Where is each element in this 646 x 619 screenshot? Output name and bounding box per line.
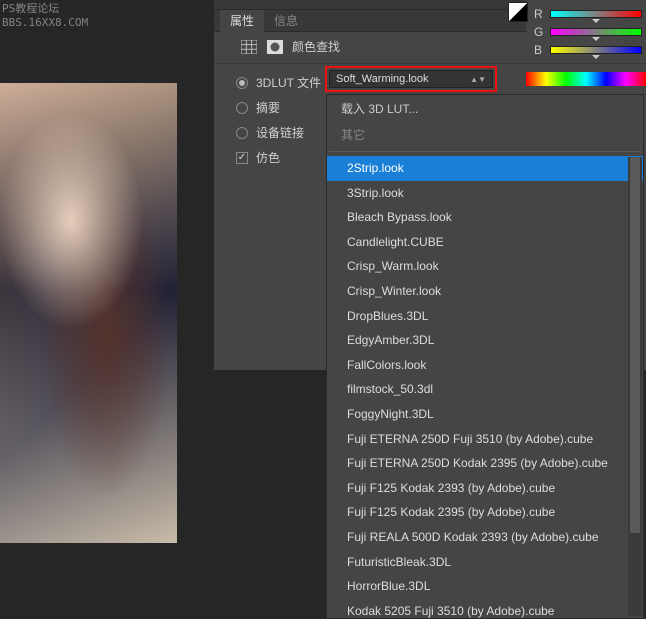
radio-devicelink[interactable]	[236, 127, 248, 139]
list-item[interactable]: FallColors.look	[327, 353, 643, 378]
listbox-load-item[interactable]: 载入 3D LUT...	[327, 95, 643, 122]
lut-listbox: 载入 3D LUT... 其它 2Strip.look3Strip.lookBl…	[326, 94, 644, 619]
foreground-background-swatch[interactable]	[508, 2, 528, 22]
grid-icon	[240, 39, 258, 55]
list-item[interactable]: FuturisticBleak.3DL	[327, 550, 643, 575]
lut-dropdown-value: Soft_Warming.look	[336, 73, 429, 85]
canvas-photo[interactable]	[0, 83, 177, 543]
label-devicelink: 设备链接	[256, 124, 304, 141]
g-label: G	[534, 25, 544, 39]
label-3dlut: 3DLUT 文件	[256, 74, 321, 91]
checkbox-dither[interactable]: ✓	[236, 152, 248, 164]
list-item[interactable]: DropBlues.3DL	[327, 304, 643, 329]
listbox-scrollbar[interactable]	[628, 157, 642, 616]
list-item[interactable]: 3Strip.look	[327, 181, 643, 206]
label-dither: 仿色	[256, 149, 280, 166]
list-item[interactable]: Kodak 5205 Fuji 3510 (by Adobe).cube	[327, 599, 643, 619]
list-item[interactable]: Fuji F125 Kodak 2395 (by Adobe).cube	[327, 500, 643, 525]
list-item[interactable]: Fuji ETERNA 250D Fuji 3510 (by Adobe).cu…	[327, 427, 643, 452]
list-item[interactable]: Bleach Bypass.look	[327, 205, 643, 230]
b-label: B	[534, 43, 544, 57]
dropdown-highlight: Soft_Warming.look ▲▼	[325, 66, 497, 92]
r-label: R	[534, 7, 544, 21]
mask-icon	[266, 39, 284, 55]
list-item[interactable]: filmstock_50.3dl	[327, 377, 643, 402]
listbox-separator	[329, 151, 641, 152]
hue-strip[interactable]	[526, 72, 646, 86]
list-item[interactable]: HorrorBlue.3DL	[327, 574, 643, 599]
watermark: PS教程论坛 BBS.16XX8.COM	[2, 2, 88, 31]
radio-3dlut[interactable]	[236, 77, 248, 89]
list-item[interactable]: 2Strip.look	[327, 156, 643, 181]
list-item[interactable]: Fuji ETERNA 250D Kodak 2395 (by Adobe).c…	[327, 451, 643, 476]
scrollbar-thumb[interactable]	[630, 157, 640, 533]
listbox-other-label: 其它	[327, 122, 643, 147]
list-item[interactable]: Fuji F125 Kodak 2393 (by Adobe).cube	[327, 476, 643, 501]
chevron-updown-icon: ▲▼	[470, 75, 486, 84]
g-slider[interactable]	[550, 28, 642, 36]
color-panel: R G B	[526, 0, 646, 60]
b-slider[interactable]	[550, 46, 642, 54]
list-item[interactable]: EdgyAmber.3DL	[327, 328, 643, 353]
list-item[interactable]: Crisp_Warm.look	[327, 254, 643, 279]
lut-dropdown[interactable]: Soft_Warming.look ▲▼	[329, 70, 493, 88]
list-item[interactable]: Fuji REALA 500D Kodak 2393 (by Adobe).cu…	[327, 525, 643, 550]
radio-abstract[interactable]	[236, 102, 248, 114]
label-abstract: 摘要	[256, 99, 280, 116]
list-item[interactable]: Candlelight.CUBE	[327, 230, 643, 255]
tab-properties[interactable]: 属性	[220, 9, 264, 32]
list-item[interactable]: Crisp_Winter.look	[327, 279, 643, 304]
r-slider[interactable]	[550, 10, 642, 18]
tab-info[interactable]: 信息	[264, 9, 308, 32]
list-item[interactable]: FoggyNight.3DL	[327, 402, 643, 427]
panel-title: 颜色查找	[292, 38, 340, 55]
